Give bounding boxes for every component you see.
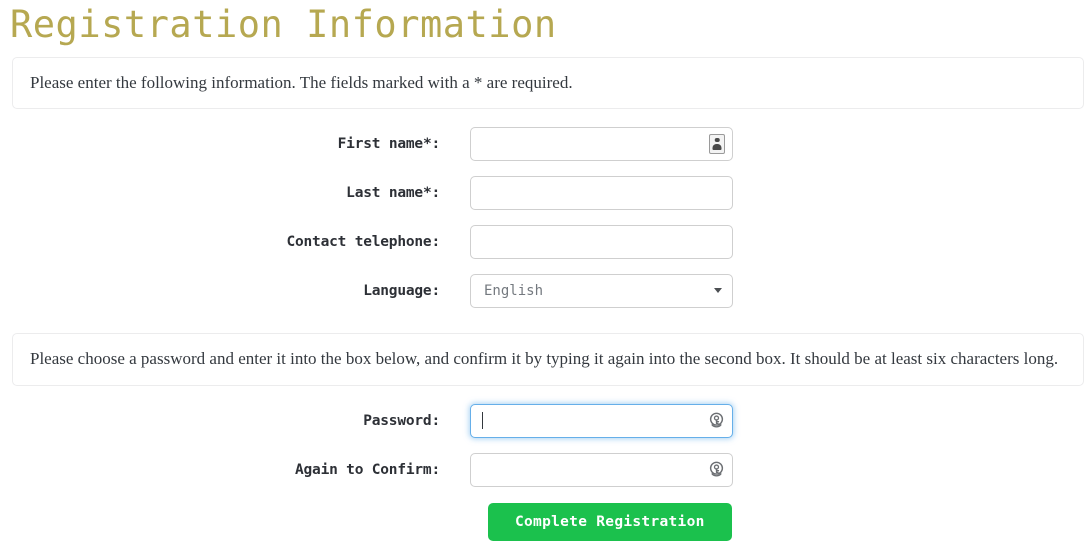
password-input[interactable] — [470, 403, 733, 438]
last-name-label: Last name*: — [346, 184, 440, 201]
language-label: Language: — [363, 282, 440, 299]
key-icon[interactable] — [707, 411, 726, 430]
chevron-down-icon — [714, 287, 722, 293]
contact-card-body — [712, 143, 722, 150]
registration-page: Registration Information Please enter th… — [0, 0, 1084, 542]
first-name-input[interactable] — [470, 126, 733, 161]
form-row-telephone: Contact telephone: — [0, 217, 1084, 266]
form-row-first-name: First name*: — [0, 119, 1084, 168]
complete-registration-button[interactable]: Complete Registration — [488, 503, 732, 542]
form-row-last-name: Last name*: — [0, 168, 1084, 217]
language-select-wrap[interactable]: English — [470, 273, 733, 308]
password-info-text: Please choose a password and enter it in… — [30, 349, 1059, 369]
form-row-password: Password: — [0, 396, 1084, 445]
text-caret — [482, 411, 483, 429]
password-info-panel: Please choose a password and enter it in… — [12, 333, 1084, 387]
intro-panel: Please enter the following information. … — [12, 56, 1084, 110]
confirm-password-field-wrap — [470, 452, 733, 487]
telephone-input[interactable] — [470, 224, 733, 259]
last-name-field-wrap — [470, 175, 733, 210]
password-form: Password: Again to Confirm: Complete Reg… — [0, 386, 1084, 542]
password-label: Password: — [363, 412, 440, 429]
password-field-wrap — [470, 403, 733, 438]
form-row-confirm-password: Again to Confirm: — [0, 445, 1084, 494]
first-name-label: First name*: — [337, 135, 441, 152]
telephone-label: Contact telephone: — [286, 233, 440, 250]
form-row-language: Language: English — [0, 266, 1084, 315]
page-title: Registration Information — [10, 3, 557, 46]
confirm-password-input[interactable] — [470, 452, 733, 487]
language-select[interactable]: English — [470, 273, 733, 308]
contact-card-head — [714, 137, 720, 143]
confirm-password-label: Again to Confirm: — [294, 461, 440, 478]
key-icon[interactable] — [707, 460, 726, 479]
first-name-field-wrap — [470, 126, 733, 161]
last-name-input[interactable] — [470, 175, 733, 210]
telephone-field-wrap — [470, 224, 733, 259]
submit-row: Complete Registration — [0, 503, 1084, 542]
intro-text: Please enter the following information. … — [30, 72, 573, 92]
contact-card-icon[interactable] — [709, 133, 725, 154]
registration-form: First name*: Last name*: Contact telepho… — [0, 109, 1084, 315]
